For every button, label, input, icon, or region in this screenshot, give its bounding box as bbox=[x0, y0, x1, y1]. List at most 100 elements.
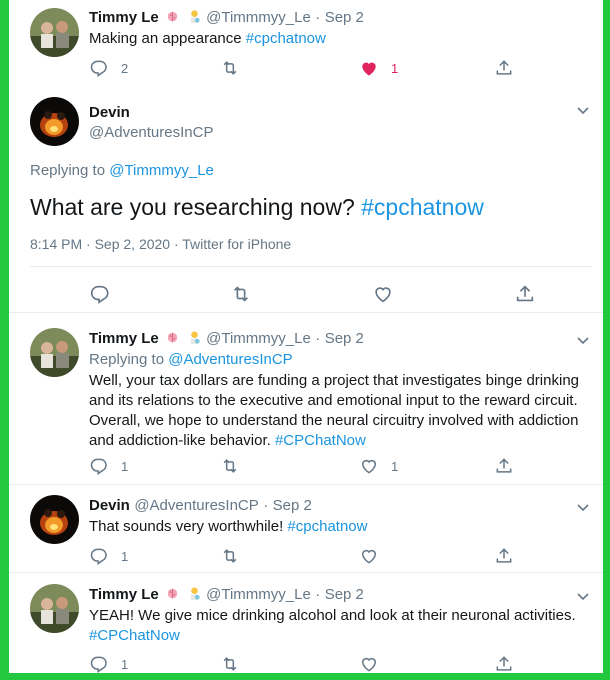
like-icon bbox=[361, 657, 377, 672]
conversation-thread: Timmy Le @Timmmyy_Le · Sep 2 Making an a… bbox=[9, 0, 603, 673]
avatar-devin[interactable] bbox=[30, 495, 79, 544]
author-name[interactable]: Devin bbox=[89, 497, 130, 514]
brain-emoji-icon bbox=[168, 11, 178, 22]
tweet-text: Making an appearance #cpchatnow bbox=[89, 30, 326, 47]
retweet-icon bbox=[223, 61, 237, 75]
reply-icon bbox=[90, 285, 109, 304]
reply-button[interactable]: 1 bbox=[89, 455, 128, 477]
caret-down-icon[interactable] bbox=[575, 332, 591, 348]
tweet-header: Timmy Le @Timmmyy_Le · Sep 2 bbox=[89, 9, 364, 26]
tweet-timmy-1[interactable]: Timmy Le @Timmmyy_Le · Sep 2 Making an a… bbox=[9, 0, 603, 88]
focused-tweet-actions bbox=[89, 283, 549, 305]
like-icon bbox=[361, 549, 377, 564]
retweet-button[interactable] bbox=[220, 455, 240, 477]
divider bbox=[30, 266, 592, 267]
reply-button[interactable]: 1 bbox=[89, 653, 128, 673]
scientist-emoji-icon bbox=[190, 331, 200, 345]
avatar-timmy[interactable] bbox=[30, 584, 79, 633]
hashtag-link[interactable]: #CPChatNow bbox=[275, 432, 366, 449]
tweet-actions: 1 bbox=[89, 545, 529, 567]
like-count: 1 bbox=[391, 60, 399, 76]
caret-down-icon[interactable] bbox=[575, 588, 591, 604]
reply-icon bbox=[90, 458, 107, 475]
tweet-timmy-reply-2[interactable]: Timmy Le @Timmmyy_Le · Sep 2 YEAH! We gi… bbox=[9, 574, 603, 673]
author-handle[interactable]: @AdventuresInCP bbox=[89, 124, 213, 141]
tweet-timmy-reply[interactable]: Timmy Le @Timmmyy_Le · Sep 2 Replying to… bbox=[9, 318, 603, 485]
tweet-text: That sounds very worthwhile! #cpchatnow bbox=[89, 518, 368, 535]
caret-down-icon[interactable] bbox=[575, 499, 591, 515]
author-name[interactable]: Timmy Le bbox=[89, 330, 159, 347]
tweet-actions: 1 1 bbox=[89, 455, 529, 477]
tweet-header: Timmy Le @Timmmyy_Le · Sep 2 bbox=[89, 330, 364, 347]
tweet-date[interactable]: Sep 2 bbox=[325, 9, 364, 26]
share-button[interactable] bbox=[494, 653, 514, 673]
tweet-date[interactable]: Sep 2 bbox=[325, 586, 364, 603]
share-icon bbox=[496, 548, 512, 563]
author-name[interactable]: Timmy Le bbox=[89, 586, 159, 603]
like-count: 1 bbox=[391, 458, 399, 474]
retweet-icon bbox=[223, 459, 237, 473]
reply-icon bbox=[90, 656, 107, 673]
share-icon bbox=[496, 60, 512, 75]
hashtag-link[interactable]: #cpchatnow bbox=[361, 194, 484, 220]
like-icon bbox=[362, 62, 376, 76]
share-button[interactable] bbox=[494, 545, 514, 567]
scientist-emoji-icon bbox=[190, 10, 200, 24]
reply-count: 1 bbox=[121, 458, 129, 474]
share-button[interactable] bbox=[514, 283, 536, 305]
reply-count: 1 bbox=[121, 656, 129, 672]
retweet-button[interactable] bbox=[220, 545, 240, 567]
retweet-button[interactable] bbox=[230, 283, 252, 305]
tweet-date[interactable]: Sep 2 bbox=[273, 497, 312, 514]
like-button[interactable]: 1 bbox=[359, 455, 398, 477]
reply-icon bbox=[90, 548, 107, 565]
hashtag-link[interactable]: #cpchatnow bbox=[287, 518, 367, 535]
replying-to-link[interactable]: @Timmmyy_Le bbox=[109, 162, 214, 179]
share-icon bbox=[516, 285, 534, 302]
share-button[interactable] bbox=[494, 455, 514, 477]
share-icon bbox=[496, 656, 512, 671]
tweet-devin-reply[interactable]: Devin @AdventuresInCP · Sep 2 That sound… bbox=[9, 485, 603, 573]
tweet-header: Timmy Le @Timmmyy_Le · Sep 2 bbox=[89, 586, 364, 603]
like-button[interactable] bbox=[372, 283, 394, 305]
avatar-timmy[interactable] bbox=[30, 328, 79, 377]
divider bbox=[9, 312, 603, 313]
reply-button[interactable]: 1 bbox=[89, 545, 128, 567]
reply-button[interactable]: 2 bbox=[89, 57, 128, 79]
author-name[interactable]: Timmy Le bbox=[89, 9, 159, 26]
focused-tweet-text: What are you researching now? #cpchatnow bbox=[30, 194, 484, 220]
tweet-actions: 1 bbox=[89, 653, 529, 673]
avatar-devin[interactable] bbox=[30, 97, 79, 146]
avatar-timmy[interactable] bbox=[30, 8, 79, 57]
author-handle[interactable]: @Timmmyy_Le bbox=[206, 586, 311, 603]
like-button[interactable] bbox=[359, 545, 379, 567]
retweet-icon bbox=[233, 286, 249, 302]
replying-to-link[interactable]: @AdventuresInCP bbox=[168, 351, 292, 368]
hashtag-link[interactable]: #cpchatnow bbox=[246, 30, 326, 47]
author-handle[interactable]: @Timmmyy_Le bbox=[206, 330, 311, 347]
divider bbox=[9, 572, 603, 573]
tweet-date[interactable]: Sep 2 bbox=[325, 330, 364, 347]
author-handle[interactable]: @AdventuresInCP bbox=[134, 497, 258, 514]
caret-down-icon[interactable] bbox=[575, 102, 591, 118]
like-icon bbox=[375, 287, 391, 303]
retweet-button[interactable] bbox=[220, 57, 240, 79]
tweet-header: Devin @AdventuresInCP · Sep 2 bbox=[89, 497, 312, 514]
reply-count: 1 bbox=[121, 548, 129, 564]
like-button[interactable]: 1 bbox=[359, 57, 398, 79]
author-name[interactable]: Devin bbox=[89, 104, 130, 121]
brain-emoji-icon bbox=[168, 588, 178, 599]
share-button[interactable] bbox=[494, 57, 514, 79]
like-button[interactable] bbox=[359, 653, 379, 673]
like-icon bbox=[361, 459, 377, 474]
retweet-button[interactable] bbox=[220, 653, 240, 673]
tweet-timestamp[interactable]: 8:14 PM · Sep 2, 2020 · Twitter for iPho… bbox=[30, 236, 291, 252]
tweet-text: Well, your tax dollars are funding a pro… bbox=[89, 372, 579, 449]
hashtag-link[interactable]: #CPChatNow bbox=[89, 626, 599, 646]
author-handle[interactable]: @Timmmyy_Le bbox=[206, 9, 311, 26]
retweet-icon bbox=[223, 657, 237, 671]
reply-button[interactable] bbox=[89, 283, 111, 305]
replying-to: Replying to @AdventuresInCP bbox=[89, 351, 293, 368]
tweet-actions: 2 1 bbox=[89, 57, 529, 79]
retweet-icon bbox=[223, 549, 237, 563]
